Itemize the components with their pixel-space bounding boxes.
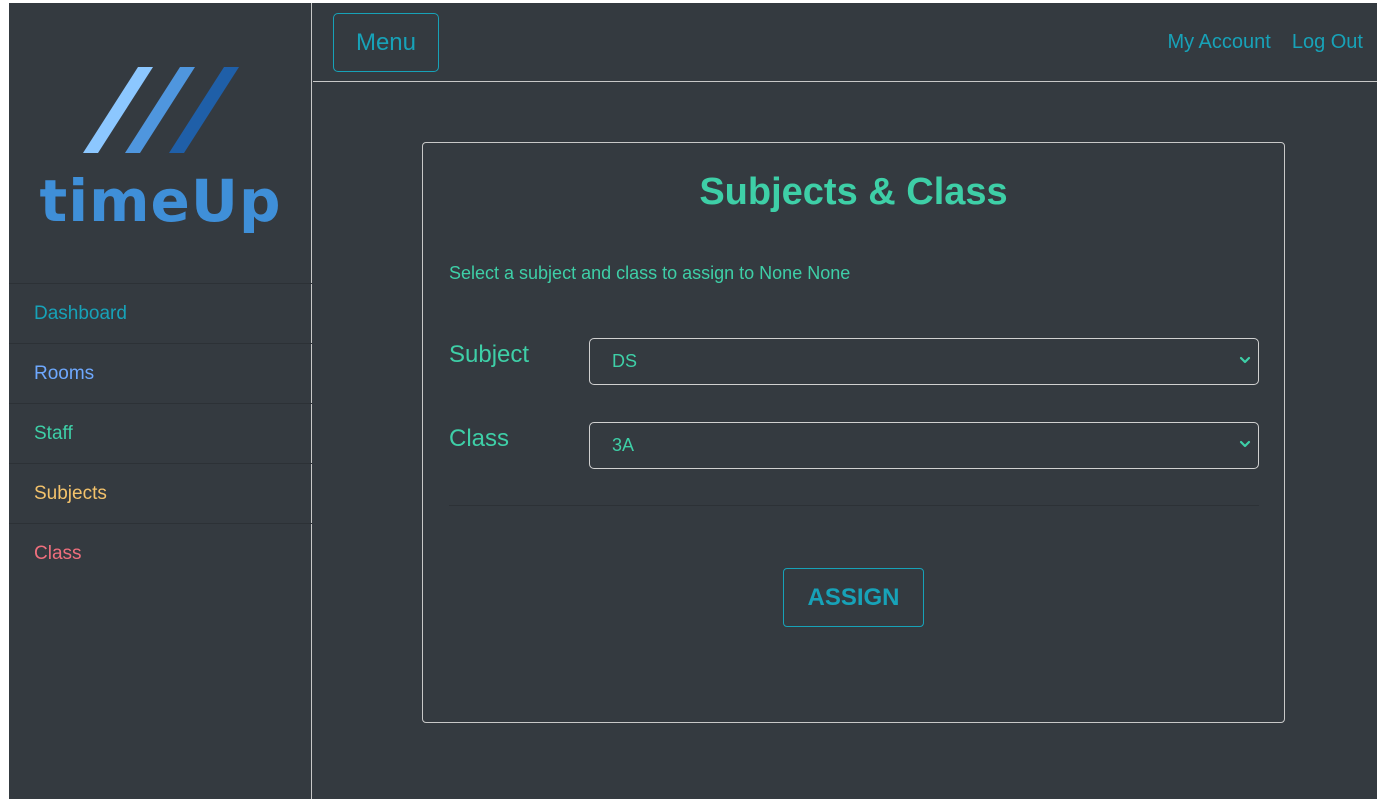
sidebar-item-rooms[interactable]: Rooms [9, 343, 312, 403]
form-divider [449, 505, 1259, 506]
menu-button[interactable]: Menu [333, 13, 439, 72]
sidebar-item-dashboard[interactable]: Dashboard [9, 283, 312, 343]
my-account-link[interactable]: My Account [1167, 31, 1270, 54]
subject-label: Subject [449, 341, 530, 368]
chevron-down-icon [1239, 440, 1251, 448]
card-description: Select a subject and class to assign to … [449, 263, 851, 283]
logo[interactable]: timeUp [9, 55, 312, 245]
class-select-value: 3A [612, 435, 635, 455]
sidebar-nav: Dashboard Rooms Staff Subjects Class [9, 283, 312, 583]
sidebar-item-class[interactable]: Class [9, 523, 312, 583]
chevron-down-icon [1239, 356, 1251, 364]
top-bar: Menu My Account Log Out [313, 3, 1377, 82]
sidebar-item-staff[interactable]: Staff [9, 403, 312, 463]
logo-stripes-icon [83, 67, 239, 153]
assign-button[interactable]: ASSIGN [783, 568, 924, 627]
subject-select-value: DS [612, 351, 638, 371]
card-title: Subjects & Class [699, 171, 1008, 213]
app-frame: timeUp Dashboard Rooms Staff Subjects Cl… [9, 3, 1377, 799]
class-select[interactable]: 3A [589, 422, 1259, 469]
log-out-link[interactable]: Log Out [1292, 31, 1363, 54]
sidebar: timeUp Dashboard Rooms Staff Subjects Cl… [9, 3, 312, 799]
top-links: My Account Log Out [1167, 31, 1363, 54]
class-label: Class [449, 425, 510, 452]
subject-select[interactable]: DS [589, 338, 1259, 385]
sidebar-item-subjects[interactable]: Subjects [9, 463, 312, 523]
assign-card: Subjects & Class Select a subject and cl… [422, 142, 1285, 723]
logo-text: timeUp [39, 167, 282, 235]
